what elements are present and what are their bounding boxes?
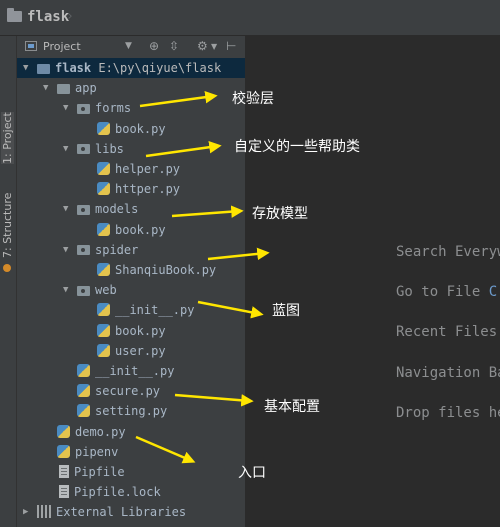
editor-hint-text: Navigation Ba [396,365,500,381]
python-file-icon [97,162,110,175]
tree-item-label: models [95,202,139,217]
python-file-icon [57,424,70,438]
editor-hint: Search Everyw [396,244,500,260]
python-file-icon [97,323,110,337]
annotation-label: 基本配置 [264,399,320,415]
tree-item-label: helper.py [115,162,181,176]
tree-item-label: httper.py [115,182,181,197]
tree-item[interactable]: ▼ flask E:\py\qiyue\flask [17,58,245,78]
tree-item-label: book.py [115,222,166,237]
tree-item-label: web [95,283,117,298]
project-view-selector[interactable]: Project [43,40,81,53]
tree-item-label: secure.py [95,384,161,399]
editor-hint-text: Recent Files [396,324,498,340]
structure-icon [3,264,11,272]
annotation-label: 蓝图 [272,303,300,319]
package-folder-icon [77,144,90,155]
annotation-label: 自定义的一些帮助类 [234,139,360,155]
python-file-icon [97,263,110,276]
collapse-icon[interactable]: ⇳ [169,39,179,53]
python-file-icon [77,404,90,418]
project-toolbar: Project ▼ ⊕ ⇳ ⚙ ▼ ⊢ [17,36,245,59]
tree-item-label: spider [95,242,139,257]
tree-item-label: user.py [115,343,166,358]
python-file-icon [97,121,110,135]
breadcrumb-project[interactable]: flask [27,9,69,25]
expand-arrow-icon[interactable]: ▼ [63,280,77,300]
text-file-icon [59,465,69,478]
tree-item-label: flask [55,61,92,75]
expand-arrow-icon[interactable]: ▼ [63,199,77,219]
expand-arrow-icon[interactable]: ▼ [63,98,77,118]
annotation-label: 校验层 [232,91,274,107]
editor-hint: Recent Files [396,324,497,340]
tree-item-label: forms [95,101,132,116]
expand-arrow-icon[interactable]: ▼ [63,240,77,260]
python-file-icon [97,343,110,357]
text-file-icon [59,485,69,499]
editor-area: Search Everyw Go to File C Recent Files Nav… [246,36,500,527]
editor-hint: Go to File C [396,284,497,300]
python-file-icon [77,384,90,398]
editor-hint-text: Search Everyw [396,244,500,260]
folder-icon [57,83,70,94]
package-folder-icon [77,285,90,296]
collapse-arrow-icon[interactable]: ▶ [23,502,37,522]
editor-hint: Drop files he [396,405,500,421]
tree-item-label: Pipfile [74,465,125,479]
tree-item-label: External Libraries [56,505,187,520]
expand-arrow-icon[interactable]: ▼ [63,139,77,159]
tree-item-label: pipenv [75,444,119,459]
tree-item-label: __init__.py [115,303,195,318]
python-file-icon [57,444,70,458]
tab-structure[interactable]: 7: Structure [1,193,14,258]
project-folder-icon [37,63,50,74]
package-folder-icon [77,204,90,215]
package-folder-icon [77,245,90,256]
navigation-bar: flask › [0,0,500,36]
chevron-right-icon: › [66,9,74,24]
tree-item-label: __init__.py [95,364,175,378]
folder-icon [7,8,22,22]
tree-item-label: app [75,81,97,96]
tree-item-label: libs [95,141,124,156]
tree-item-label: Pipfile.lock [74,485,161,500]
chevron-down-icon[interactable]: ▼ [125,41,132,51]
tool-window-strip: 1: Project 7: Structure [0,36,17,527]
package-folder-icon [77,103,90,114]
annotation-label: 存放模型 [252,206,308,222]
project-panel: Project ▼ ⊕ ⇳ ⚙ ▼ ⊢ ▼ flask E:\py\qiyue\f… [17,36,245,527]
expand-arrow-icon[interactable]: ▼ [23,58,37,78]
python-file-icon [97,182,110,196]
python-file-icon [77,364,90,377]
editor-hint: Navigation Ba [396,365,500,381]
editor-hint-text: Drop files he [396,405,500,421]
expand-arrow-icon[interactable]: ▼ [43,78,57,98]
tree-item-label: setting.py [95,404,168,419]
tree-item-label: demo.py [75,424,126,439]
gear-icon[interactable]: ⚙ [197,39,208,53]
shortcut-key: C [480,284,498,300]
editor-hint-text: Go to File [396,284,481,300]
annotation-label: 入口 [238,465,266,481]
library-icon [37,505,51,519]
python-file-icon [97,303,110,317]
python-file-icon [97,222,110,236]
tree-item-label: ShanqiuBook.py [115,263,217,277]
hide-icon[interactable]: ⊢ [226,39,236,53]
tree-item-label: book.py [115,323,166,338]
chevron-down-icon[interactable]: ▼ [211,42,217,51]
tab-project[interactable]: 1: Project [1,112,14,164]
project-path: E:\py\qiyue\flask [91,61,222,75]
target-icon[interactable]: ⊕ [149,39,159,53]
project-view-icon [25,41,37,51]
tree-item-label: book.py [115,121,166,136]
